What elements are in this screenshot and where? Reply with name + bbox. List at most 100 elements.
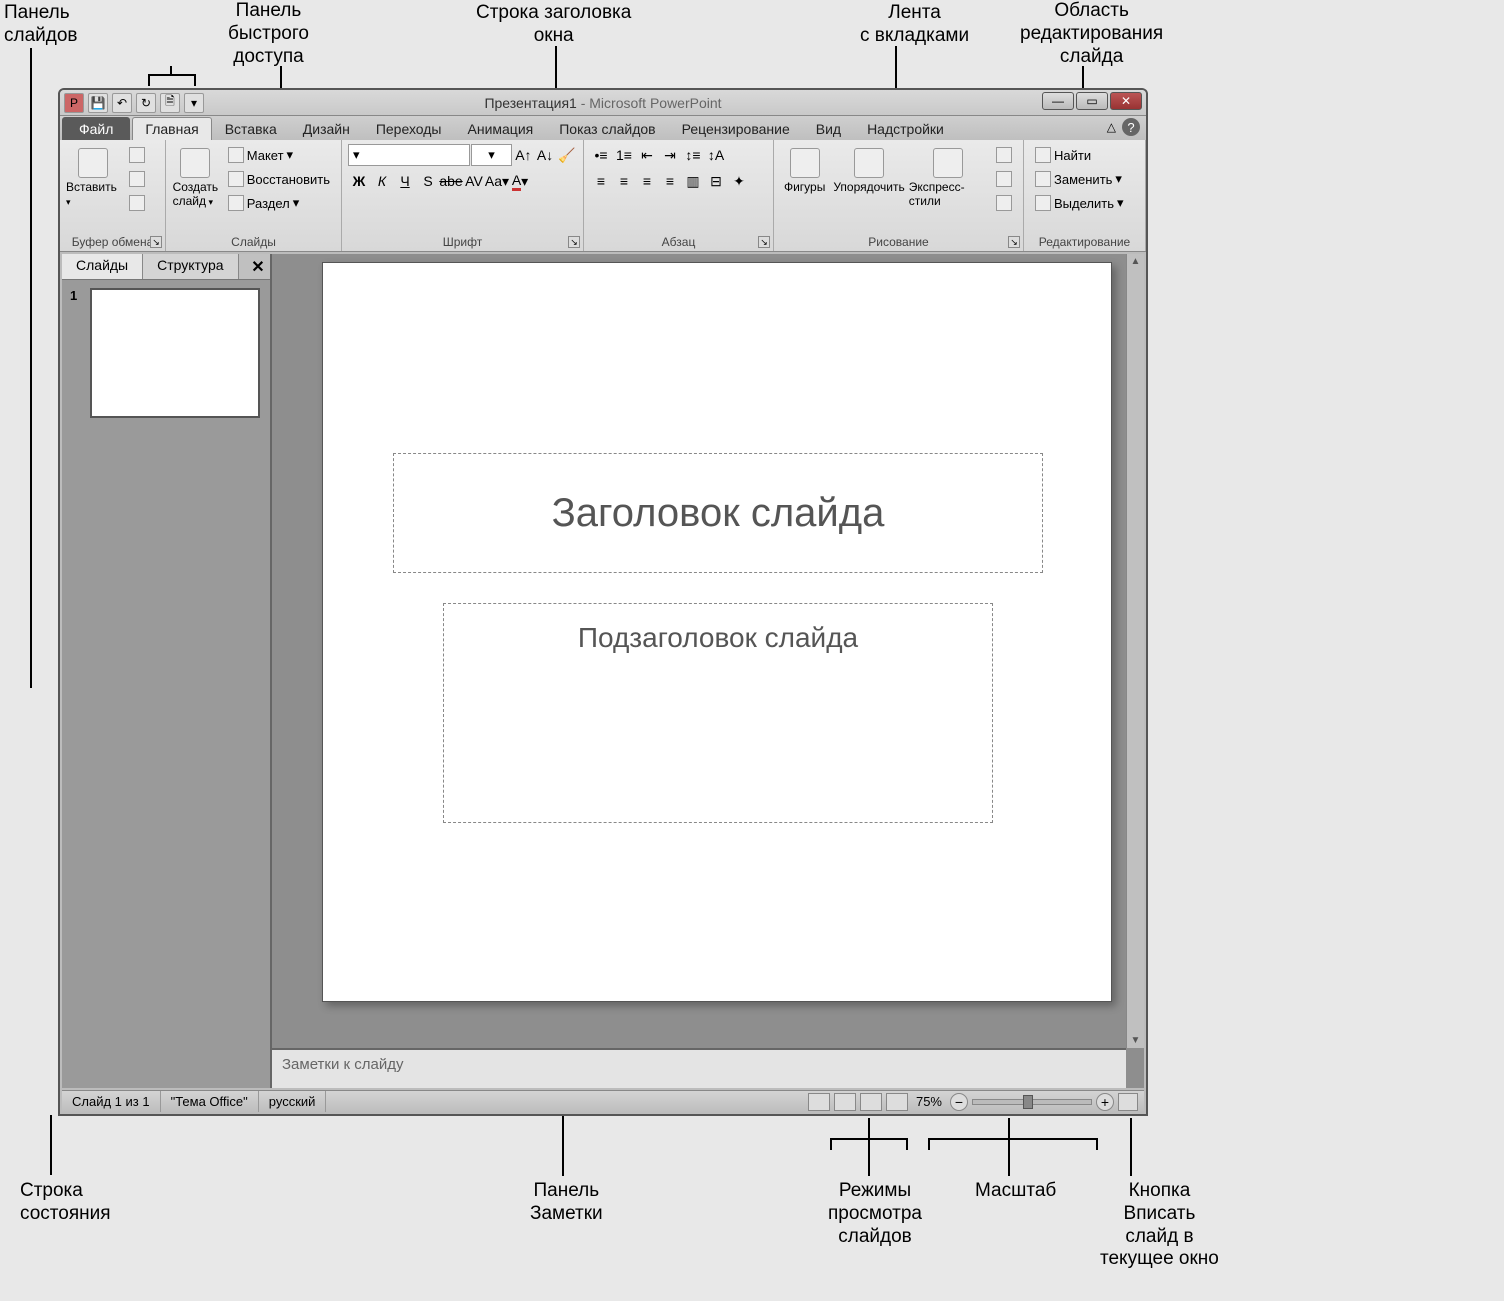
font-family-dropdown[interactable]: ▾: [348, 144, 470, 166]
close-button[interactable]: ✕: [1110, 92, 1142, 110]
tab-insert[interactable]: Вставка: [212, 117, 290, 140]
tab-slideshow[interactable]: Показ слайдов: [546, 117, 668, 140]
new-slide-button[interactable]: Создать слайд: [172, 144, 219, 234]
line-spacing-icon[interactable]: ↕≡: [682, 144, 704, 166]
change-case-button[interactable]: Aa▾: [486, 170, 508, 192]
callout-statusbar: Строка состояния: [20, 1180, 111, 1226]
new-doc-icon[interactable]: 🗎: [160, 93, 180, 113]
outdent-icon[interactable]: ⇤: [636, 144, 658, 166]
tab-animation[interactable]: Анимация: [455, 117, 547, 140]
slide-thumbnail[interactable]: [90, 288, 260, 418]
clear-format-icon[interactable]: 🧹: [556, 144, 577, 166]
columns-icon[interactable]: ▥: [682, 170, 704, 192]
view-reading-icon[interactable]: [860, 1093, 882, 1111]
select-button[interactable]: Выделить ▾: [1030, 192, 1129, 214]
format-painter-button[interactable]: [124, 192, 150, 214]
reset-icon: [228, 171, 244, 187]
replace-button[interactable]: Заменить ▾: [1030, 168, 1129, 190]
indent-icon[interactable]: ⇥: [659, 144, 681, 166]
clipboard-icon: [78, 148, 108, 178]
app-icon[interactable]: P: [64, 93, 84, 113]
layout-button[interactable]: Макет ▾: [223, 144, 335, 166]
work-area: Слайды Структура ✕ 1 Заголовок слайда По…: [62, 254, 1144, 1088]
shape-outline-button[interactable]: [991, 168, 1017, 190]
align-center-icon[interactable]: ≡: [613, 170, 635, 192]
tab-design[interactable]: Дизайн: [290, 117, 363, 140]
align-left-icon[interactable]: ≡: [590, 170, 612, 192]
title-placeholder[interactable]: Заголовок слайда: [393, 453, 1043, 573]
tab-review[interactable]: Рецензирование: [669, 117, 803, 140]
slide-canvas[interactable]: Заголовок слайда Подзаголовок слайда: [322, 262, 1112, 1002]
align-text-icon[interactable]: ⊟: [705, 170, 727, 192]
collapse-ribbon-icon[interactable]: △: [1107, 120, 1116, 134]
paste-button[interactable]: Вставить: [66, 144, 120, 234]
callout-titlebar: Строка заголовка окна: [476, 2, 631, 48]
close-panel-icon[interactable]: ✕: [246, 254, 270, 279]
tab-home[interactable]: Главная: [132, 117, 211, 140]
font-color-button[interactable]: A▾: [509, 170, 531, 192]
tab-addins[interactable]: Надстройки: [854, 117, 957, 140]
zoom-slider[interactable]: [972, 1099, 1092, 1105]
ribbon-group-paragraph: •≡ 1≡ ⇤ ⇥ ↕≡ ↕A ≡ ≡ ≡ ≡ ▥ ⊟ ✦ Абзац: [584, 140, 774, 251]
undo-icon[interactable]: ↶: [112, 93, 132, 113]
styles-icon: [933, 148, 963, 178]
fit-to-window-button[interactable]: [1118, 1093, 1138, 1111]
view-slideshow-icon[interactable]: [886, 1093, 908, 1111]
shapes-button[interactable]: Фигуры: [780, 144, 829, 234]
italic-button[interactable]: К: [371, 170, 393, 192]
numbering-icon[interactable]: 1≡: [613, 144, 635, 166]
side-tab-outline[interactable]: Структура: [143, 254, 238, 279]
ribbon-group-drawing: Фигуры Упорядочить Экспресс-стили Рисова…: [774, 140, 1024, 251]
clipboard-launcher-icon[interactable]: ↘: [150, 236, 162, 248]
grow-font-icon[interactable]: A↑: [513, 144, 534, 166]
view-normal-icon[interactable]: [808, 1093, 830, 1111]
maximize-button[interactable]: ▭: [1076, 92, 1108, 110]
tab-view[interactable]: Вид: [803, 117, 854, 140]
underline-button[interactable]: Ч: [394, 170, 416, 192]
side-tab-slides[interactable]: Слайды: [62, 254, 143, 279]
tab-transitions[interactable]: Переходы: [363, 117, 455, 140]
justify-icon[interactable]: ≡: [659, 170, 681, 192]
tab-file[interactable]: Файл: [62, 117, 130, 140]
shape-fill-button[interactable]: [991, 144, 1017, 166]
bold-button[interactable]: Ж: [348, 170, 370, 192]
drawing-launcher-icon[interactable]: ↘: [1008, 236, 1020, 248]
qat-customize-icon[interactable]: ▾: [184, 93, 204, 113]
view-sorter-icon[interactable]: [834, 1093, 856, 1111]
help-icon[interactable]: ?: [1122, 118, 1140, 136]
cut-button[interactable]: [124, 144, 150, 166]
smartart-icon[interactable]: ✦: [728, 170, 750, 192]
replace-icon: [1035, 171, 1051, 187]
strike-button[interactable]: abe: [440, 170, 462, 192]
slide-number: 1: [70, 288, 86, 303]
shape-effects-button[interactable]: [991, 192, 1017, 214]
shadow-button[interactable]: S: [417, 170, 439, 192]
align-right-icon[interactable]: ≡: [636, 170, 658, 192]
zoom-slider-thumb[interactable]: [1023, 1095, 1033, 1109]
bullets-icon[interactable]: •≡: [590, 144, 612, 166]
subtitle-placeholder[interactable]: Подзаголовок слайда: [443, 603, 993, 823]
vertical-scrollbar[interactable]: [1126, 254, 1144, 1048]
font-launcher-icon[interactable]: ↘: [568, 236, 580, 248]
text-direction-icon[interactable]: ↕A: [705, 144, 727, 166]
reset-button[interactable]: Восстановить: [223, 168, 335, 190]
find-button[interactable]: Найти: [1030, 144, 1129, 166]
zoom-percent[interactable]: 75%: [912, 1094, 946, 1109]
redo-icon[interactable]: ↻: [136, 93, 156, 113]
arrange-icon: [854, 148, 884, 178]
quick-styles-button[interactable]: Экспресс-стили: [909, 144, 987, 234]
char-spacing-button[interactable]: AV: [463, 170, 485, 192]
cursor-icon: [1035, 195, 1051, 211]
shrink-font-icon[interactable]: A↓: [535, 144, 556, 166]
save-icon[interactable]: 💾: [88, 93, 108, 113]
zoom-out-button[interactable]: −: [950, 1093, 968, 1111]
copy-button[interactable]: [124, 168, 150, 190]
notes-panel[interactable]: Заметки к слайду: [272, 1048, 1126, 1088]
section-button[interactable]: Раздел ▾: [223, 192, 335, 214]
status-language[interactable]: русский: [259, 1091, 327, 1112]
zoom-in-button[interactable]: +: [1096, 1093, 1114, 1111]
font-size-dropdown[interactable]: ▾: [471, 144, 512, 166]
arrange-button[interactable]: Упорядочить: [833, 144, 904, 234]
minimize-button[interactable]: —: [1042, 92, 1074, 110]
para-launcher-icon[interactable]: ↘: [758, 236, 770, 248]
